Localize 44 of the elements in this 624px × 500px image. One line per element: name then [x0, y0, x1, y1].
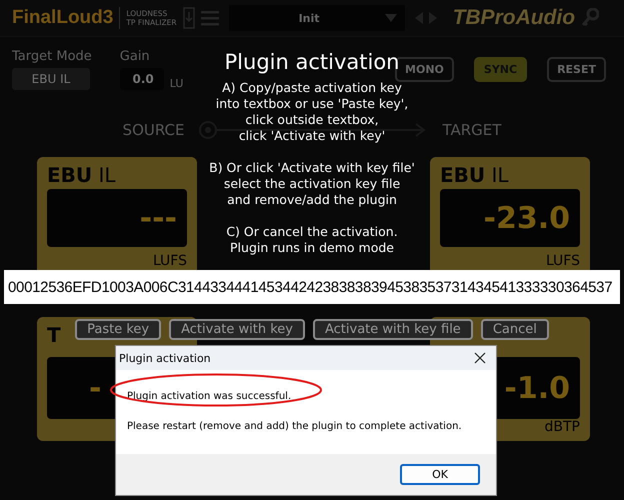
source-label: SOURCE [122, 121, 184, 139]
control-label: Gain [120, 49, 151, 64]
meter-title: EBU IL [440, 163, 509, 187]
product-logo: FinalLoud3 [12, 7, 120, 29]
key-input-field[interactable]: 00012536EFD1003A006C314433444145344242383838394538353731434541333330364537 [4, 270, 620, 304]
instruction-text: and remove/add the plugin [227, 192, 397, 208]
activation-button[interactable]: Activate with key file [313, 319, 473, 340]
message-text: Please restart (remove and add) the plugin to complete activation. [127, 421, 462, 432]
instruction-text: into textbox or use 'Paste key', [216, 96, 408, 112]
toggle-button[interactable]: RESET [547, 57, 606, 82]
value-field[interactable]: 0.0 [120, 68, 164, 90]
instruction-text: C) Or cancel the activation. [226, 224, 398, 240]
message-text: Plugin activation was successful. [127, 391, 292, 402]
instruction-text: Plugin runs in demo mode [230, 240, 394, 256]
instruction-text: B) Or click 'Activate with key file' [209, 160, 415, 176]
unit-label: LUFS [152, 253, 187, 269]
brand-logo: TBProAudio [452, 6, 576, 30]
key-icon[interactable] [581, 8, 600, 28]
meter-title: EBU IL [47, 163, 116, 187]
meter-value: - [89, 370, 102, 406]
unit-label: LU [170, 77, 184, 90]
caret-icon [384, 14, 397, 22]
ok-button[interactable]: OK [400, 464, 480, 485]
menu-icon[interactable] [200, 10, 219, 26]
close-icon[interactable] [474, 352, 486, 364]
instruction-text: A) Copy/paste activation key [222, 80, 402, 96]
instruction-text: select the activation key file [224, 176, 400, 192]
target-label: TARGET [442, 121, 502, 139]
instruction-text: click outside textbox, [245, 112, 379, 128]
activation-button[interactable]: Cancel [480, 319, 549, 340]
dialog-title: Plugin activation [119, 352, 211, 364]
activation-button[interactable]: Activate with key [169, 319, 305, 340]
download-icon[interactable] [182, 7, 195, 29]
unit-label: dBTP [544, 419, 580, 435]
meter-value: -1.0 [504, 370, 570, 406]
activation-button[interactable]: Paste key [75, 319, 162, 340]
instruction-text: click 'Activate with key' [238, 128, 386, 144]
meter-value: -23.0 [484, 200, 570, 236]
value-field[interactable]: EBU IL [12, 68, 90, 90]
meter-value: --- [140, 200, 177, 236]
control-label: Target Mode [12, 49, 92, 64]
preset-dropdown[interactable]: Init [228, 5, 405, 31]
meter-title: T [47, 323, 61, 347]
unit-label: LUFS [546, 253, 580, 269]
